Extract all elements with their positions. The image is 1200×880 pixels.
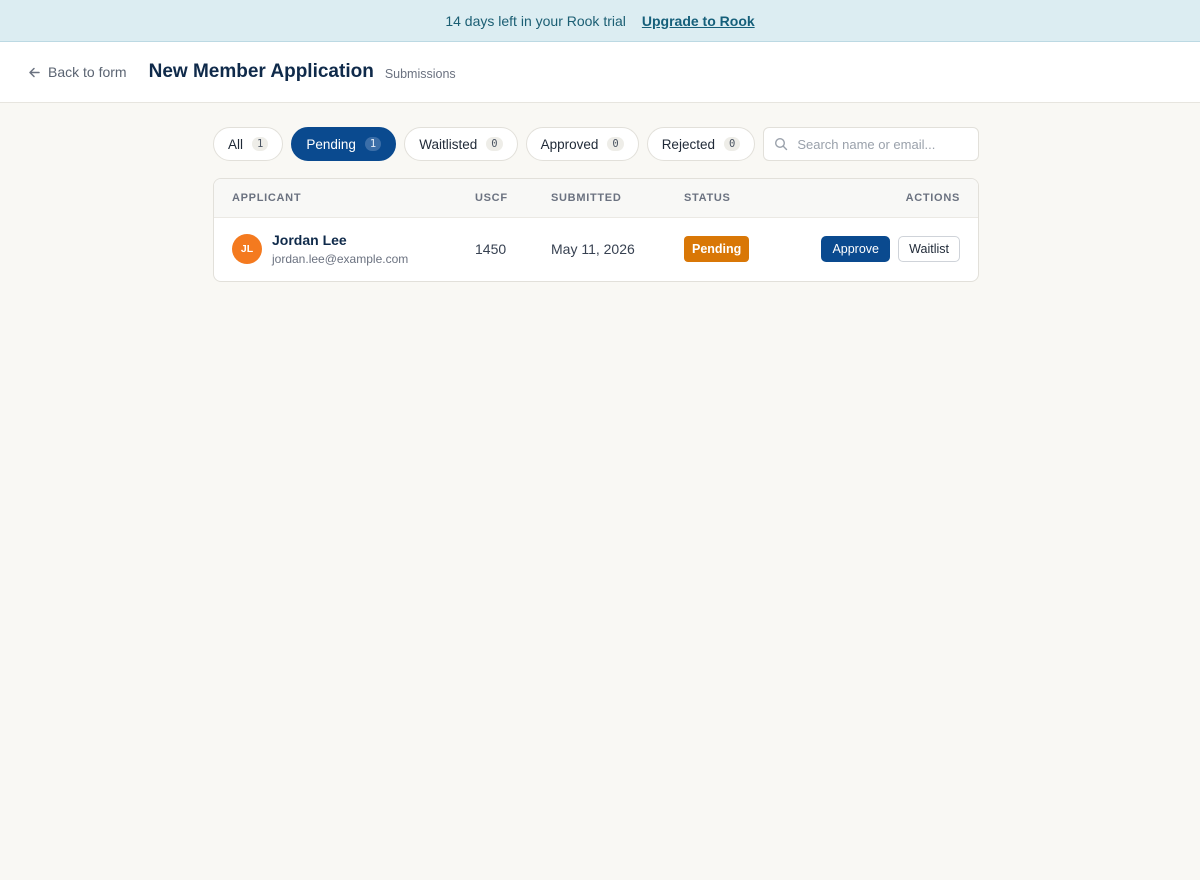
arrow-left-icon	[29, 67, 40, 77]
table-row: JL Jordan Lee jordan.lee@example.com 145…	[214, 218, 978, 281]
uscf-rating: 1450	[475, 241, 507, 257]
filter-chip-rejected[interactable]: Rejected 0	[646, 127, 756, 161]
filter-label: Waitlisted	[419, 136, 478, 152]
filter-chip-all[interactable]: All 1	[213, 127, 284, 161]
filter-count: 0	[723, 137, 741, 151]
filter-bar: All 1 Pending 1 Waitlisted 0 Approved 0 …	[213, 127, 979, 161]
search-icon	[775, 137, 788, 151]
filter-label: Pending	[306, 136, 356, 152]
back-to-form-link[interactable]: Back to form	[28, 64, 127, 80]
submissions-table: APPLICANT USCF SUBMITTED STATUS ACTIONS …	[213, 178, 979, 282]
trial-message: 14 days left in your Rook trial	[445, 12, 626, 29]
filter-count: 0	[486, 137, 503, 151]
search-input[interactable]	[797, 136, 968, 152]
upgrade-link[interactable]: Upgrade to Rook	[642, 13, 755, 29]
applicant-email: jordan.lee@example.com	[272, 252, 409, 266]
applicant-name: Jordan Lee	[272, 232, 347, 248]
trial-banner: 14 days left in your Rook trial Upgrade …	[0, 0, 1200, 42]
column-header-actions: ACTIONS	[905, 192, 960, 204]
filter-label: Approved	[540, 136, 599, 152]
filter-chip-approved[interactable]: Approved 0	[525, 127, 639, 161]
filter-count: 1	[364, 137, 382, 151]
table-header: APPLICANT USCF SUBMITTED STATUS ACTIONS	[214, 179, 978, 218]
page-title: New Member Application	[148, 61, 374, 82]
waitlist-button[interactable]: Waitlist	[898, 236, 960, 262]
search-box	[763, 127, 979, 161]
column-header-applicant: APPLICANT	[232, 192, 302, 204]
column-header-status: STATUS	[684, 192, 731, 204]
approve-button[interactable]: Approve	[821, 236, 890, 262]
filter-label: All	[228, 136, 244, 152]
submitted-date: May 11, 2026	[551, 241, 635, 257]
submissions-main: All 1 Pending 1 Waitlisted 0 Approved 0 …	[213, 127, 979, 282]
filter-chip-waitlisted[interactable]: Waitlisted 0	[404, 127, 518, 161]
filter-chip-pending[interactable]: Pending 1	[291, 127, 397, 161]
page-subtitle: Submissions	[384, 66, 456, 81]
avatar: JL	[232, 234, 262, 264]
back-label: Back to form	[48, 64, 127, 80]
page-header: Back to form New Member Application Subm…	[0, 42, 1200, 103]
column-header-uscf: USCF	[475, 192, 508, 204]
filter-count: 0	[607, 137, 624, 151]
column-header-submitted: SUBMITTED	[551, 192, 622, 204]
filter-label: Rejected	[661, 136, 715, 152]
filter-count: 1	[252, 137, 269, 151]
status-badge: Pending	[684, 236, 750, 262]
